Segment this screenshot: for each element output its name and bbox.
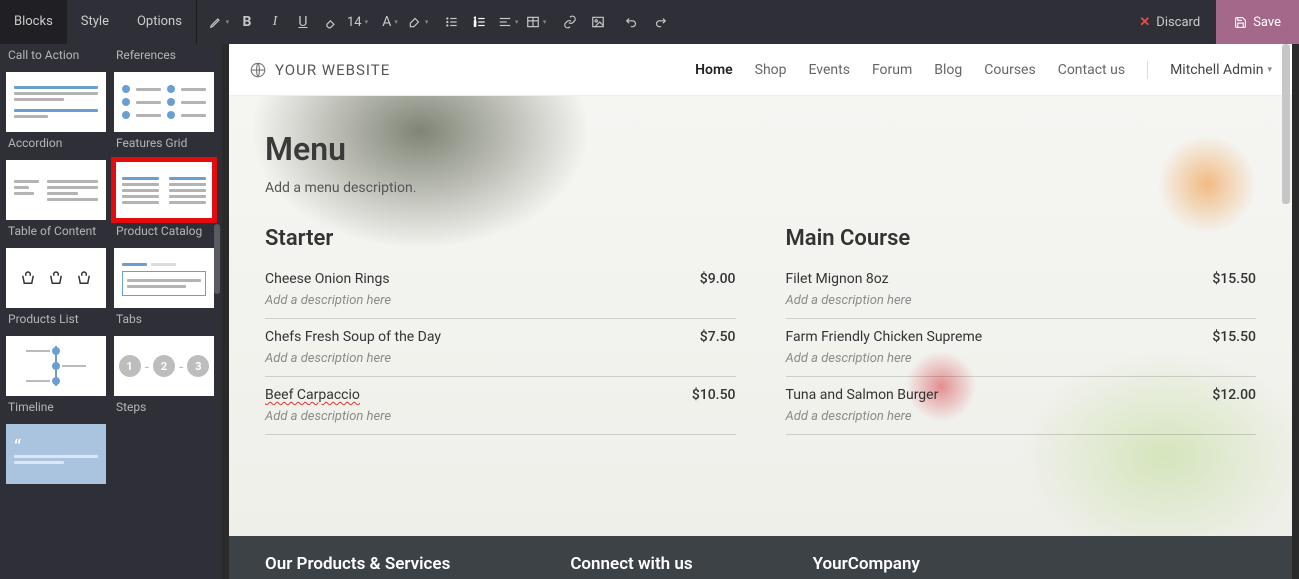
sidebar-scrollbar[interactable] (214, 224, 220, 294)
image-icon[interactable] (586, 8, 610, 36)
menu-item-price[interactable]: $15.50 (1212, 329, 1256, 345)
menu-item[interactable]: Filet Mignon 8oz $15.50 Add a description… (786, 265, 1257, 319)
menu-item-price[interactable]: $7.50 (700, 329, 736, 345)
nav-courses[interactable]: Courses (984, 62, 1035, 78)
nav-blog[interactable]: Blog (934, 62, 962, 78)
block-product-catalog[interactable] (114, 160, 214, 220)
block-label: Product Catalog (114, 220, 214, 244)
close-icon: ✕ (1139, 15, 1150, 30)
underline-icon[interactable]: U (291, 8, 315, 36)
block-timeline[interactable] (6, 336, 106, 396)
pencil-icon[interactable]: ▾ (207, 8, 231, 36)
nav-forum[interactable]: Forum (872, 62, 912, 78)
website-canvas: YOUR WEBSITE Home Shop Events Forum Blog… (229, 44, 1292, 579)
align-icon[interactable]: ▾ (496, 8, 520, 36)
save-button[interactable]: Save (1216, 0, 1299, 44)
menu-col-heading[interactable]: Main Course (786, 226, 1257, 251)
block-label: Tabs (114, 308, 214, 332)
menu-item-desc[interactable]: Add a description here (265, 351, 736, 366)
menu-item-desc[interactable]: Add a description here (265, 293, 736, 308)
footer-col-products[interactable]: Our Products & Services (265, 554, 450, 574)
block-quote[interactable]: “ (6, 424, 106, 484)
site-header: YOUR WEBSITE Home Shop Events Forum Blog… (229, 44, 1292, 96)
menu-item[interactable]: Chefs Fresh Soup of the Day $7.50 Add a d… (265, 323, 736, 377)
svg-text:3: 3 (474, 24, 476, 28)
block-steps[interactable]: 1-2-3 (114, 336, 214, 396)
globe-icon (249, 61, 267, 79)
menu-item[interactable]: Beef Carpaccio $10.50 Add a description h… (265, 381, 736, 435)
block-accordion[interactable] (6, 72, 106, 132)
menu-item-desc[interactable]: Add a description here (786, 293, 1257, 308)
menu-subtitle[interactable]: Add a menu description. (265, 180, 1256, 196)
blocks-sidebar: Call to Action References Accordion Feat… (0, 44, 222, 579)
numbered-list-icon[interactable]: 123 (468, 8, 492, 36)
menu-item-name[interactable]: Chefs Fresh Soup of the Day (265, 329, 441, 345)
editor-toolbar: Blocks Style Options ▾ B I U 14▾ A▾ ▾ 12… (0, 0, 1299, 44)
menu-item[interactable]: Farm Friendly Chicken Supreme $15.50 Add … (786, 323, 1257, 377)
menu-column-starter: Starter Cheese Onion Rings $9.00 Add a de… (265, 226, 736, 439)
block-label: Steps (114, 396, 214, 420)
menu-item-price[interactable]: $10.50 (692, 387, 736, 403)
tab-options[interactable]: Options (123, 0, 196, 44)
block-label: Features Grid (114, 132, 214, 156)
discard-button[interactable]: ✕ Discard (1123, 0, 1216, 44)
tab-blocks[interactable]: Blocks (0, 0, 67, 44)
block-label: Timeline (6, 396, 106, 420)
menu-item-price[interactable]: $12.00 (1212, 387, 1256, 403)
tab-style[interactable]: Style (67, 0, 123, 44)
bold-icon[interactable]: B (235, 8, 259, 36)
menu-item-price[interactable]: $15.50 (1212, 271, 1256, 287)
menu-col-heading[interactable]: Starter (265, 226, 736, 251)
bullet-list-icon[interactable] (440, 8, 464, 36)
link-icon[interactable] (558, 8, 582, 36)
text-color-icon[interactable]: A▾ (378, 8, 402, 36)
footer-col-company[interactable]: YourCompany (813, 554, 920, 574)
block-label: Products List (6, 308, 106, 332)
menu-title[interactable]: Menu (265, 130, 1256, 168)
menu-item-name[interactable]: Tuna and Salmon Burger (786, 387, 939, 403)
highlight-color-icon[interactable]: ▾ (406, 8, 430, 36)
block-features-grid[interactable] (114, 72, 214, 132)
nav-divider (1147, 61, 1148, 79)
italic-icon[interactable]: I (263, 8, 287, 36)
block-label: References (114, 44, 214, 68)
menu-item-name[interactable]: Beef Carpaccio (265, 387, 360, 403)
menu-item-price[interactable]: $9.00 (700, 271, 736, 287)
nav-events[interactable]: Events (809, 62, 850, 78)
nav-contact[interactable]: Contact us (1058, 62, 1125, 78)
block-label: Accordion (6, 132, 106, 156)
menu-item[interactable]: Tuna and Salmon Burger $12.00 Add a descr… (786, 381, 1257, 435)
block-products-list[interactable] (6, 248, 106, 308)
menu-item-name[interactable]: Farm Friendly Chicken Supreme (786, 329, 983, 345)
footer-col-connect[interactable]: Connect with us (570, 554, 692, 574)
table-icon[interactable]: ▾ (524, 8, 548, 36)
nav-shop[interactable]: Shop (755, 62, 787, 78)
canvas-scrollbar[interactable] (1282, 44, 1290, 204)
nav-home[interactable]: Home (695, 62, 733, 78)
block-label: Table of Content (6, 220, 106, 244)
block-label: Call to Action (6, 44, 106, 68)
save-icon (1234, 16, 1247, 29)
menu-item[interactable]: Cheese Onion Rings $9.00 Add a descriptio… (265, 265, 736, 319)
font-size-selector[interactable]: 14▾ (347, 8, 368, 36)
menu-item-name[interactable]: Cheese Onion Rings (265, 271, 390, 287)
menu-block[interactable]: Menu Add a menu description. Starter Che… (229, 96, 1292, 536)
redo-icon[interactable] (648, 8, 672, 36)
block-tabs[interactable] (114, 248, 214, 308)
user-menu[interactable]: Mitchell Admin▾ (1170, 62, 1272, 78)
site-footer: Our Products & Services Connect with us … (229, 536, 1292, 579)
eraser-icon[interactable] (319, 8, 343, 36)
menu-item-desc[interactable]: Add a description here (265, 409, 736, 424)
menu-item-desc[interactable]: Add a description here (786, 409, 1257, 424)
menu-item-name[interactable]: Filet Mignon 8oz (786, 271, 889, 287)
menu-column-main: Main Course Filet Mignon 8oz $15.50 Add a… (786, 226, 1257, 439)
menu-item-desc[interactable]: Add a description here (786, 351, 1257, 366)
block-toc[interactable] (6, 160, 106, 220)
undo-icon[interactable] (620, 8, 644, 36)
site-brand[interactable]: YOUR WEBSITE (249, 61, 390, 79)
chevron-down-icon: ▾ (1267, 65, 1272, 75)
